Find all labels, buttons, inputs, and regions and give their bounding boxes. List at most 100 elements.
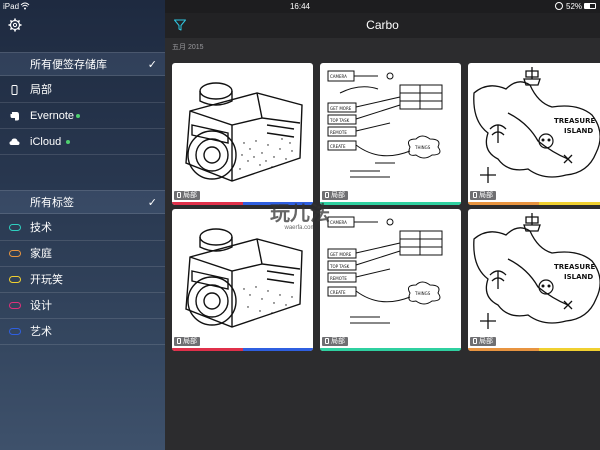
- watermark-url: waerfa.com: [284, 225, 316, 231]
- all-stores-header[interactable]: 所有便签存储库 ✓: [0, 52, 165, 76]
- main-header: Carbo: [165, 13, 600, 38]
- svg-text:REMOTE: REMOTE: [330, 276, 347, 281]
- device-icon: [325, 338, 329, 344]
- store-item-evernote[interactable]: Evernote: [0, 103, 165, 129]
- all-tags-label: 所有标签: [30, 197, 74, 209]
- svg-text:GET MORE: GET MORE: [330, 106, 352, 111]
- svg-text:GET MORE: GET MORE: [330, 252, 352, 257]
- svg-text:ISLAND: ISLAND: [564, 273, 593, 281]
- tag-item-design[interactable]: 设计: [0, 293, 165, 319]
- all-tags-header[interactable]: 所有标签 ✓: [0, 190, 165, 214]
- page-title: Carbo: [366, 18, 399, 32]
- tag-stripe: [468, 348, 539, 351]
- store-label: Evernote: [30, 110, 75, 122]
- gear-icon[interactable]: [8, 18, 22, 32]
- svg-text:TOP TASK: TOP TASK: [329, 264, 350, 269]
- svg-text:THINGS: THINGS: [414, 291, 431, 296]
- location-badge: 局部: [322, 337, 348, 346]
- tag-stripe: [242, 348, 313, 351]
- tag-label: 开玩笑: [30, 274, 63, 286]
- store-item-local[interactable]: 局部: [0, 77, 165, 103]
- checkmark-icon: ✓: [147, 197, 157, 209]
- treasure-map-sketch: TREASURE ISLAND: [473, 67, 600, 183]
- tag-stripe: [468, 202, 539, 205]
- svg-text:CAMERA: CAMERA: [330, 74, 347, 79]
- location-badge: 局部: [174, 191, 200, 200]
- tag-label: 设计: [30, 300, 52, 312]
- location-label: 局部: [331, 338, 345, 345]
- store-label: iCloud: [30, 136, 62, 148]
- svg-text:THINGS: THINGS: [414, 145, 431, 150]
- tag-stripe: [172, 348, 243, 351]
- tag-stripe: [320, 348, 391, 351]
- treasure-map-sketch: TREASURE ISLAND: [473, 213, 600, 329]
- tag-color-bar: [468, 202, 600, 205]
- location-label: 局部: [331, 192, 345, 199]
- tag-item-family[interactable]: 家庭: [0, 241, 165, 267]
- location-label: 局部: [479, 338, 493, 345]
- svg-text:REMOTE: REMOTE: [330, 130, 347, 135]
- tag-stripe: [538, 202, 600, 205]
- cloud-icon: [9, 138, 20, 145]
- tag-label: 技术: [30, 222, 52, 234]
- device-icon: [473, 338, 477, 344]
- watermark: 玩儿法 waerfa.com: [245, 203, 355, 231]
- tag-stripe: [172, 202, 243, 205]
- store-item-icloud[interactable]: iCloud: [0, 129, 165, 155]
- location-badge: 局部: [322, 191, 348, 200]
- tag-color-chip: [9, 302, 21, 309]
- location-badge: 局部: [174, 337, 200, 346]
- tag-label: 艺术: [30, 326, 52, 338]
- note-card[interactable]: TREASURE ISLAND 局部: [468, 209, 600, 351]
- tag-color-bar: [172, 348, 313, 351]
- note-card[interactable]: CAMERA GET MORE TOP TASK REMOTE CREATE T…: [320, 63, 461, 205]
- device-icon: [177, 192, 181, 198]
- tag-color-chip: [9, 276, 21, 283]
- device-icon: [473, 192, 477, 198]
- sidebar: 所有便签存储库 ✓ 局部 Evernote iCloud 所有标签 ✓ 技术 家…: [0, 0, 165, 450]
- tag-label: 家庭: [30, 248, 52, 260]
- watermark-text: 玩儿法: [270, 203, 330, 225]
- svg-text:CREATE: CREATE: [330, 290, 346, 295]
- tag-stripe: [390, 202, 461, 205]
- location-badge: 局部: [470, 191, 496, 200]
- svg-text:TREASURE: TREASURE: [554, 263, 595, 271]
- tag-color-bar: [320, 348, 461, 351]
- location-label: 局部: [183, 338, 197, 345]
- location-label: 局部: [479, 192, 493, 199]
- device-icon: [325, 192, 329, 198]
- tag-color-chip: [9, 250, 21, 257]
- tag-color-bar: [468, 348, 600, 351]
- store-label: 局部: [30, 84, 52, 96]
- status-bar: iPad 16:44 52%: [0, 0, 600, 13]
- device-icon: [11, 85, 18, 95]
- date-group-label: 五月 2015: [172, 44, 204, 51]
- note-card[interactable]: 局部: [172, 63, 313, 205]
- tag-item-art[interactable]: 艺术: [0, 319, 165, 345]
- clock: 16:44: [289, 2, 311, 11]
- tag-stripe: [390, 348, 461, 351]
- date-group-header: 五月 2015: [165, 38, 600, 58]
- battery-percent: 52%: [566, 2, 583, 11]
- device-icon: [177, 338, 181, 344]
- battery-icon: [584, 3, 596, 9]
- svg-text:TOP TASK: TOP TASK: [329, 118, 350, 123]
- flow-diagram-sketch: CAMERA GET MORE TOP TASK REMOTE CREATE T…: [327, 70, 443, 178]
- tag-item-joke[interactable]: 开玩笑: [0, 267, 165, 293]
- tag-color-chip: [9, 328, 21, 335]
- tag-color-chip: [9, 224, 21, 231]
- tag-stripe: [538, 348, 600, 351]
- evernote-icon: [10, 112, 19, 121]
- notes-grid: 局部 CAMERA GET MORE TOP TASK REMOTE CREAT…: [165, 58, 600, 450]
- sync-status-dot: [66, 140, 70, 144]
- sync-status-dot: [76, 114, 80, 118]
- svg-text:ISLAND: ISLAND: [564, 127, 593, 135]
- note-card[interactable]: TREASURE ISLAND 局部: [468, 63, 600, 205]
- location-label: 局部: [183, 192, 197, 199]
- tag-item-tech[interactable]: 技术: [0, 215, 165, 241]
- location-badge: 局部: [470, 337, 496, 346]
- all-stores-label: 所有便签存储库: [30, 59, 107, 71]
- rotation-lock-icon: [555, 2, 563, 10]
- checkmark-icon: ✓: [147, 59, 157, 71]
- svg-text:TREASURE: TREASURE: [554, 117, 595, 125]
